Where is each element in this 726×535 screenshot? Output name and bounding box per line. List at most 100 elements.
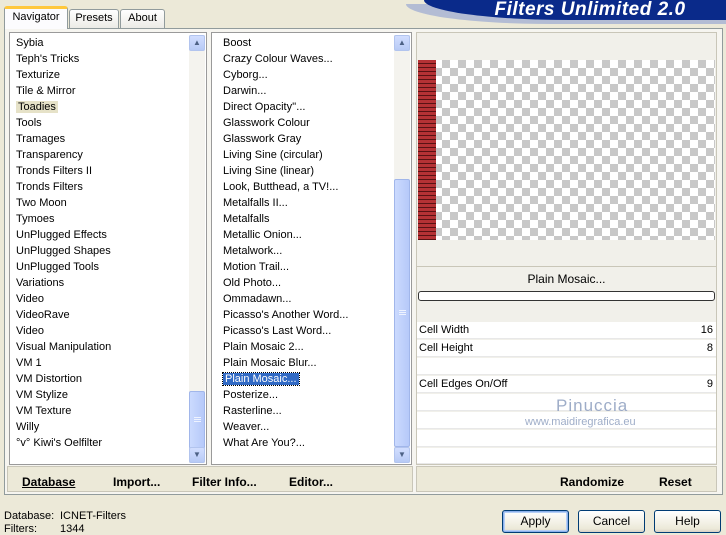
apply-button[interactable]: Apply [502, 510, 569, 533]
list-item[interactable]: Cyborg... [221, 67, 393, 83]
list-item-label: Two Moon [16, 197, 67, 209]
list-item[interactable]: Metalwork... [221, 243, 393, 259]
list-item[interactable]: Metalfalls [221, 211, 393, 227]
list-item[interactable]: Metallic Onion... [221, 227, 393, 243]
scroll-thumb[interactable] [189, 391, 205, 449]
list-item[interactable]: Video [14, 323, 186, 339]
list-item[interactable]: Look, Butthead, a TV!... [221, 179, 393, 195]
status-database-label: Database: [4, 510, 55, 522]
list-item[interactable]: Tymoes [14, 211, 186, 227]
list-item[interactable]: Toadies [14, 99, 186, 115]
list-item[interactable]: Metalfalls II... [221, 195, 393, 211]
tab-presets[interactable]: Presets [69, 9, 119, 28]
list-item-label: Plain Mosaic 2... [223, 341, 304, 353]
category-scrollbar[interactable]: ▲ ▼ [189, 35, 205, 463]
list-item[interactable]: UnPlugged Tools [14, 259, 186, 275]
param-value[interactable]: 8 [707, 342, 713, 354]
filter-scrollbar[interactable]: ▲ ▼ [394, 35, 410, 463]
list-item[interactable]: UnPlugged Shapes [14, 243, 186, 259]
list-item[interactable]: Ommadawn... [221, 291, 393, 307]
list-item[interactable]: Direct Opacity''... [221, 99, 393, 115]
scroll-down-button[interactable]: ▼ [189, 447, 205, 463]
list-item[interactable]: Picasso's Another Word... [221, 307, 393, 323]
filter-list[interactable]: Boost Crazy Colour Waves... Cyborg... Darwi… [221, 35, 393, 463]
list-item-label: Metallic Onion... [223, 229, 302, 241]
list-item[interactable]: VideoRave [14, 307, 186, 323]
list-item[interactable]: Tile & Mirror [14, 83, 186, 99]
list-item[interactable]: Variations [14, 275, 186, 291]
list-item[interactable]: °v° Kiwi's Oelfilter [14, 435, 186, 451]
list-item[interactable]: VM Stylize [14, 387, 186, 403]
list-item[interactable]: Boost [221, 35, 393, 51]
list-item-label: Texturize [16, 69, 61, 81]
param-row-cell-width[interactable]: Cell Width 16 [417, 322, 716, 339]
scroll-up-button[interactable]: ▲ [394, 35, 410, 51]
list-item[interactable]: VM Texture [14, 403, 186, 419]
import-button[interactable]: Import... [113, 475, 160, 489]
list-item-label: Rasterline... [223, 405, 282, 417]
param-value[interactable]: 16 [701, 324, 713, 336]
cancel-button[interactable]: Cancel [578, 510, 645, 533]
list-item[interactable]: Texturize [14, 67, 186, 83]
list-item[interactable]: Darwin... [221, 83, 393, 99]
list-item[interactable]: Glasswork Colour [221, 115, 393, 131]
list-item[interactable]: VM Distortion [14, 371, 186, 387]
tab-navigator[interactable]: Navigator [4, 6, 68, 29]
list-item[interactable]: Visual Manipulation [14, 339, 186, 355]
list-item[interactable]: Crazy Colour Waves... [221, 51, 393, 67]
list-item[interactable]: Tronds Filters [14, 179, 186, 195]
scroll-down-button[interactable]: ▼ [394, 447, 410, 463]
list-item[interactable]: Two Moon [14, 195, 186, 211]
list-item[interactable]: UnPlugged Effects [14, 227, 186, 243]
status-filters-value: 1344 [60, 523, 85, 535]
randomize-button[interactable]: Randomize [560, 475, 624, 489]
list-item[interactable]: Old Photo... [221, 275, 393, 291]
list-item[interactable]: Tools [14, 115, 186, 131]
list-item[interactable]: Glasswork Gray [221, 131, 393, 147]
tab-about[interactable]: About [120, 9, 165, 28]
list-item-label: Metalwork... [223, 245, 283, 257]
list-item[interactable]: Teph's Tricks [14, 51, 186, 67]
param-value[interactable]: 9 [707, 378, 713, 390]
list-item[interactable]: Sybia [14, 35, 186, 51]
list-item-label: VM Stylize [16, 389, 68, 401]
category-list[interactable]: Sybia Teph's Tricks Texturize Tile & Mirror… [14, 35, 186, 463]
list-item[interactable]: Plain Mosaic... [221, 371, 393, 387]
list-item-label: Ommadawn... [223, 293, 292, 305]
reset-button[interactable]: Reset [659, 475, 692, 489]
database-button[interactable]: Database [22, 475, 75, 489]
scroll-thumb[interactable] [394, 179, 410, 447]
list-item[interactable]: Weaver... [221, 419, 393, 435]
list-item-label: VideoRave [16, 309, 70, 321]
param-label: Cell Width [419, 324, 470, 336]
filter-info-button[interactable]: Filter Info... [192, 475, 257, 489]
scroll-up-button[interactable]: ▲ [189, 35, 205, 51]
list-item-label: Tymoes [16, 213, 55, 225]
list-item[interactable]: Plain Mosaic 2... [221, 339, 393, 355]
list-item[interactable]: Transparency [14, 147, 186, 163]
editor-button[interactable]: Editor... [289, 475, 333, 489]
list-item[interactable]: Video [14, 291, 186, 307]
list-item-label: Plain Mosaic Blur... [223, 357, 317, 369]
list-item[interactable]: Living Sine (circular) [221, 147, 393, 163]
list-item[interactable]: What Are You?... [221, 435, 393, 451]
param-row-cell-edges[interactable]: Cell Edges On/Off 9 [417, 376, 716, 393]
list-item-label: Video [16, 325, 44, 337]
list-item[interactable]: Tramages [14, 131, 186, 147]
list-item[interactable]: Picasso's Last Word... [221, 323, 393, 339]
list-item[interactable]: Posterize... [221, 387, 393, 403]
list-item-label: Picasso's Another Word... [223, 309, 349, 321]
list-item[interactable]: Living Sine (linear) [221, 163, 393, 179]
list-item[interactable]: Willy [14, 419, 186, 435]
list-item[interactable]: Tronds Filters II [14, 163, 186, 179]
param-row-cell-height[interactable]: Cell Height 8 [417, 340, 716, 357]
list-item-label: Glasswork Gray [223, 133, 302, 145]
param-row-empty [417, 358, 716, 375]
list-item-label: Visual Manipulation [16, 341, 112, 353]
param-label: Cell Height [419, 342, 473, 354]
list-item[interactable]: Rasterline... [221, 403, 393, 419]
list-item[interactable]: Motion Trail... [221, 259, 393, 275]
help-button[interactable]: Help [654, 510, 721, 533]
list-item[interactable]: Plain Mosaic Blur... [221, 355, 393, 371]
list-item[interactable]: VM 1 [14, 355, 186, 371]
